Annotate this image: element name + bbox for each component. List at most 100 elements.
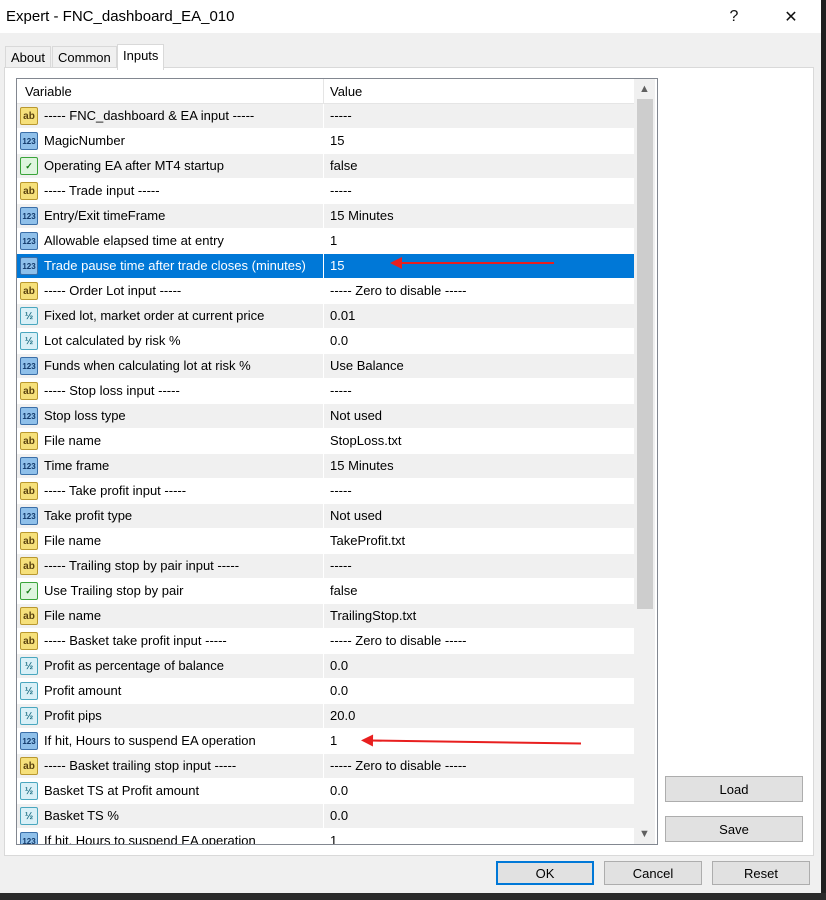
table-row[interactable]: ab ----- Trailing stop by pair input ----… xyxy=(17,554,634,579)
table-row[interactable]: ab File name TrailingStop.txt xyxy=(17,604,634,629)
value-cell[interactable]: 0.0 xyxy=(324,329,634,353)
scroll-up-icon[interactable]: ▲ xyxy=(634,79,655,99)
table-row[interactable]: ab ----- Basket take profit input ----- --… xyxy=(17,629,634,654)
value-cell[interactable]: false xyxy=(324,154,634,178)
variable-cell[interactable]: ½ Profit as percentage of balance xyxy=(17,654,323,678)
variable-cell[interactable]: ab ----- FNC_dashboard & EA input ----- xyxy=(17,104,323,128)
ok-button[interactable]: OK xyxy=(496,861,594,885)
variable-cell[interactable]: ab ----- Basket take profit input ----- xyxy=(17,629,323,653)
scroll-down-icon[interactable]: ▼ xyxy=(634,824,655,844)
value-cell[interactable]: ----- Zero to disable ----- xyxy=(324,629,634,653)
value-cell[interactable]: 0.0 xyxy=(324,654,634,678)
cancel-button[interactable]: Cancel xyxy=(604,861,702,885)
table-row[interactable]: 123 Allowable elapsed time at entry 1 xyxy=(17,229,634,254)
value-cell[interactable]: 15 Minutes xyxy=(324,204,634,228)
table-row[interactable]: ab ----- FNC_dashboard & EA input ----- --… xyxy=(17,104,634,129)
table-row[interactable]: ✓ Use Trailing stop by pair false xyxy=(17,579,634,604)
table-row[interactable]: ✓ Operating EA after MT4 startup false xyxy=(17,154,634,179)
value-cell[interactable]: 0.0 xyxy=(324,804,634,828)
value-cell[interactable]: StopLoss.txt xyxy=(324,429,634,453)
value-cell[interactable]: 0.0 xyxy=(324,679,634,703)
close-button[interactable]: ✕ xyxy=(768,0,814,33)
variable-cell[interactable]: 123 Trade pause time after trade closes (… xyxy=(17,254,323,278)
table-row[interactable]: 123 Stop loss type Not used xyxy=(17,404,634,429)
variable-cell[interactable]: ab File name xyxy=(17,429,323,453)
tab-about[interactable]: About xyxy=(5,46,51,68)
variable-cell[interactable]: ✓ Use Trailing stop by pair xyxy=(17,579,323,603)
table-row[interactable]: ab ----- Take profit input ----- ----- xyxy=(17,479,634,504)
variable-cell[interactable]: ½ Fixed lot, market order at current pric… xyxy=(17,304,323,328)
value-cell[interactable]: ----- Zero to disable ----- xyxy=(324,279,634,303)
table-row[interactable]: ½ Lot calculated by risk % 0.0 xyxy=(17,329,634,354)
table-row[interactable]: ab File name StopLoss.txt xyxy=(17,429,634,454)
table-row[interactable]: 123 Entry/Exit timeFrame 15 Minutes xyxy=(17,204,634,229)
table-row[interactable]: ½ Profit as percentage of balance 0.0 xyxy=(17,654,634,679)
column-header-value[interactable]: Value xyxy=(330,84,362,99)
tab-inputs[interactable]: Inputs xyxy=(117,44,165,70)
table-row[interactable]: ab ----- Order Lot input ----- ----- Zero … xyxy=(17,279,634,304)
value-cell[interactable]: Not used xyxy=(324,404,634,428)
variable-cell[interactable]: 123 If hit, Hours to suspend EA operation xyxy=(17,729,323,753)
variable-cell[interactable]: ½ Profit amount xyxy=(17,679,323,703)
table-row[interactable]: 123 Take profit type Not used xyxy=(17,504,634,529)
scrollbar-thumb[interactable] xyxy=(637,99,653,609)
value-cell[interactable]: ----- xyxy=(324,179,634,203)
variable-cell[interactable]: ab ----- Basket trailing stop input ----- xyxy=(17,754,323,778)
value-cell[interactable]: 1 xyxy=(324,229,634,253)
table-row[interactable]: 123 Time frame 15 Minutes xyxy=(17,454,634,479)
table-row[interactable]: 123 If hit, Hours to suspend EA operation… xyxy=(17,829,634,844)
value-cell[interactable]: ----- xyxy=(324,479,634,503)
value-cell[interactable]: ----- xyxy=(324,104,634,128)
value-cell[interactable]: 0.0 xyxy=(324,779,634,803)
variable-cell[interactable]: ½ Basket TS % xyxy=(17,804,323,828)
value-cell[interactable]: TakeProfit.txt xyxy=(324,529,634,553)
variable-cell[interactable]: ½ Basket TS at Profit amount xyxy=(17,779,323,803)
table-row[interactable]: ½ Profit amount 0.0 xyxy=(17,679,634,704)
variable-cell[interactable]: ab File name xyxy=(17,529,323,553)
variable-cell[interactable]: 123 If hit, Hours to suspend EA operation xyxy=(17,829,323,844)
value-cell[interactable]: TrailingStop.txt xyxy=(324,604,634,628)
column-header-variable[interactable]: Variable xyxy=(25,84,72,99)
help-button[interactable]: ? xyxy=(711,0,757,33)
table-row[interactable]: ab ----- Trade input ----- ----- xyxy=(17,179,634,204)
value-cell[interactable]: false xyxy=(324,579,634,603)
table-row[interactable]: ½ Fixed lot, market order at current pric… xyxy=(17,304,634,329)
table-row[interactable]: ½ Basket TS at Profit amount 0.0 xyxy=(17,779,634,804)
variable-cell[interactable]: ab ----- Take profit input ----- xyxy=(17,479,323,503)
variable-cell[interactable]: ½ Lot calculated by risk % xyxy=(17,329,323,353)
vertical-scrollbar[interactable]: ▲ ▼ xyxy=(634,79,655,844)
value-cell[interactable]: ----- Zero to disable ----- xyxy=(324,754,634,778)
value-cell[interactable]: Use Balance xyxy=(324,354,634,378)
save-button[interactable]: Save xyxy=(665,816,803,842)
table-row[interactable]: 123 Trade pause time after trade closes (… xyxy=(17,254,634,279)
table-row[interactable]: ab ----- Basket trailing stop input -----… xyxy=(17,754,634,779)
variable-cell[interactable]: 123 Funds when calculating lot at risk % xyxy=(17,354,323,378)
tab-common[interactable]: Common xyxy=(52,46,117,68)
value-cell[interactable]: 0.01 xyxy=(324,304,634,328)
variable-cell[interactable]: 123 Time frame xyxy=(17,454,323,478)
variable-cell[interactable]: 123 Stop loss type xyxy=(17,404,323,428)
value-cell[interactable]: ----- xyxy=(324,379,634,403)
variable-cell[interactable]: 123 Take profit type xyxy=(17,504,323,528)
table-row[interactable]: 123 MagicNumber 15 xyxy=(17,129,634,154)
variable-cell[interactable]: ab ----- Stop loss input ----- xyxy=(17,379,323,403)
value-cell[interactable]: 1 xyxy=(324,829,634,844)
table-row[interactable]: 123 Funds when calculating lot at risk % U… xyxy=(17,354,634,379)
value-cell[interactable]: 15 xyxy=(324,254,634,278)
variable-cell[interactable]: ✓ Operating EA after MT4 startup xyxy=(17,154,323,178)
value-cell[interactable]: 15 xyxy=(324,129,634,153)
load-button[interactable]: Load xyxy=(665,776,803,802)
variable-cell[interactable]: 123 Entry/Exit timeFrame xyxy=(17,204,323,228)
value-cell[interactable]: Not used xyxy=(324,504,634,528)
variable-cell[interactable]: 123 Allowable elapsed time at entry xyxy=(17,229,323,253)
table-row[interactable]: ½ Profit pips 20.0 xyxy=(17,704,634,729)
variable-cell[interactable]: ab ----- Trade input ----- xyxy=(17,179,323,203)
table-row[interactable]: ½ Basket TS % 0.0 xyxy=(17,804,634,829)
table-row[interactable]: ab File name TakeProfit.txt xyxy=(17,529,634,554)
variable-cell[interactable]: 123 MagicNumber xyxy=(17,129,323,153)
value-cell[interactable]: 15 Minutes xyxy=(324,454,634,478)
table-row[interactable]: ab ----- Stop loss input ----- ----- xyxy=(17,379,634,404)
reset-button[interactable]: Reset xyxy=(712,861,810,885)
variable-cell[interactable]: ab File name xyxy=(17,604,323,628)
value-cell[interactable]: 20.0 xyxy=(324,704,634,728)
